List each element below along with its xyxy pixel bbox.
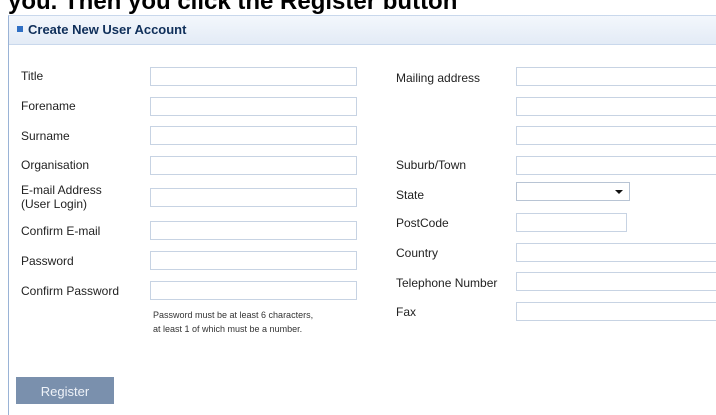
bullet-icon [17,26,23,32]
postcode-input[interactable] [516,213,627,232]
email-label: E-mail Address (User Login) [21,183,102,211]
state-label: State [396,188,425,202]
telephone-input[interactable] [516,272,716,291]
surname-label: Surname [21,129,70,143]
fax-label: Fax [396,305,417,319]
password-note-line1: Password must be at least 6 characters, [153,310,314,320]
confirm-password-input[interactable] [150,281,357,300]
organisation-input[interactable] [150,156,357,175]
country-input[interactable] [516,243,716,262]
mailing-address-line2-input[interactable] [516,97,716,116]
email-input[interactable] [150,188,357,207]
dropdown-arrow-icon [615,190,623,194]
password-input[interactable] [150,251,357,270]
telephone-label: Telephone Number [396,276,498,290]
state-select[interactable] [516,182,630,201]
confirm-email-input[interactable] [150,221,357,240]
password-label: Password [21,254,74,268]
title-input[interactable] [150,67,357,86]
instruction-text: you. Then you click the Register button [8,0,458,15]
organisation-label: Organisation [21,158,90,172]
forename-input[interactable] [150,97,357,116]
mailing-address-line1-input[interactable] [516,67,716,86]
country-label: Country [396,246,439,260]
confirm-email-label: Confirm E-mail [21,224,101,238]
confirm-password-label: Confirm Password [21,284,120,298]
password-note-line2: at least 1 of which must be a number. [153,324,303,334]
fax-input[interactable] [516,302,716,321]
title-label: Title [21,69,44,83]
postcode-label: PostCode [396,216,449,230]
suburb-input[interactable] [516,156,716,175]
suburb-label: Suburb/Town [396,158,467,172]
surname-input[interactable] [150,126,357,145]
forename-label: Forename [21,99,76,113]
mailing-address-label: Mailing address [396,71,481,85]
mailing-address-line3-input[interactable] [516,126,716,145]
panel-title: Create New User Account [28,22,187,37]
register-button[interactable]: Register [16,377,114,404]
panel-header: Create New User Account [9,16,716,45]
